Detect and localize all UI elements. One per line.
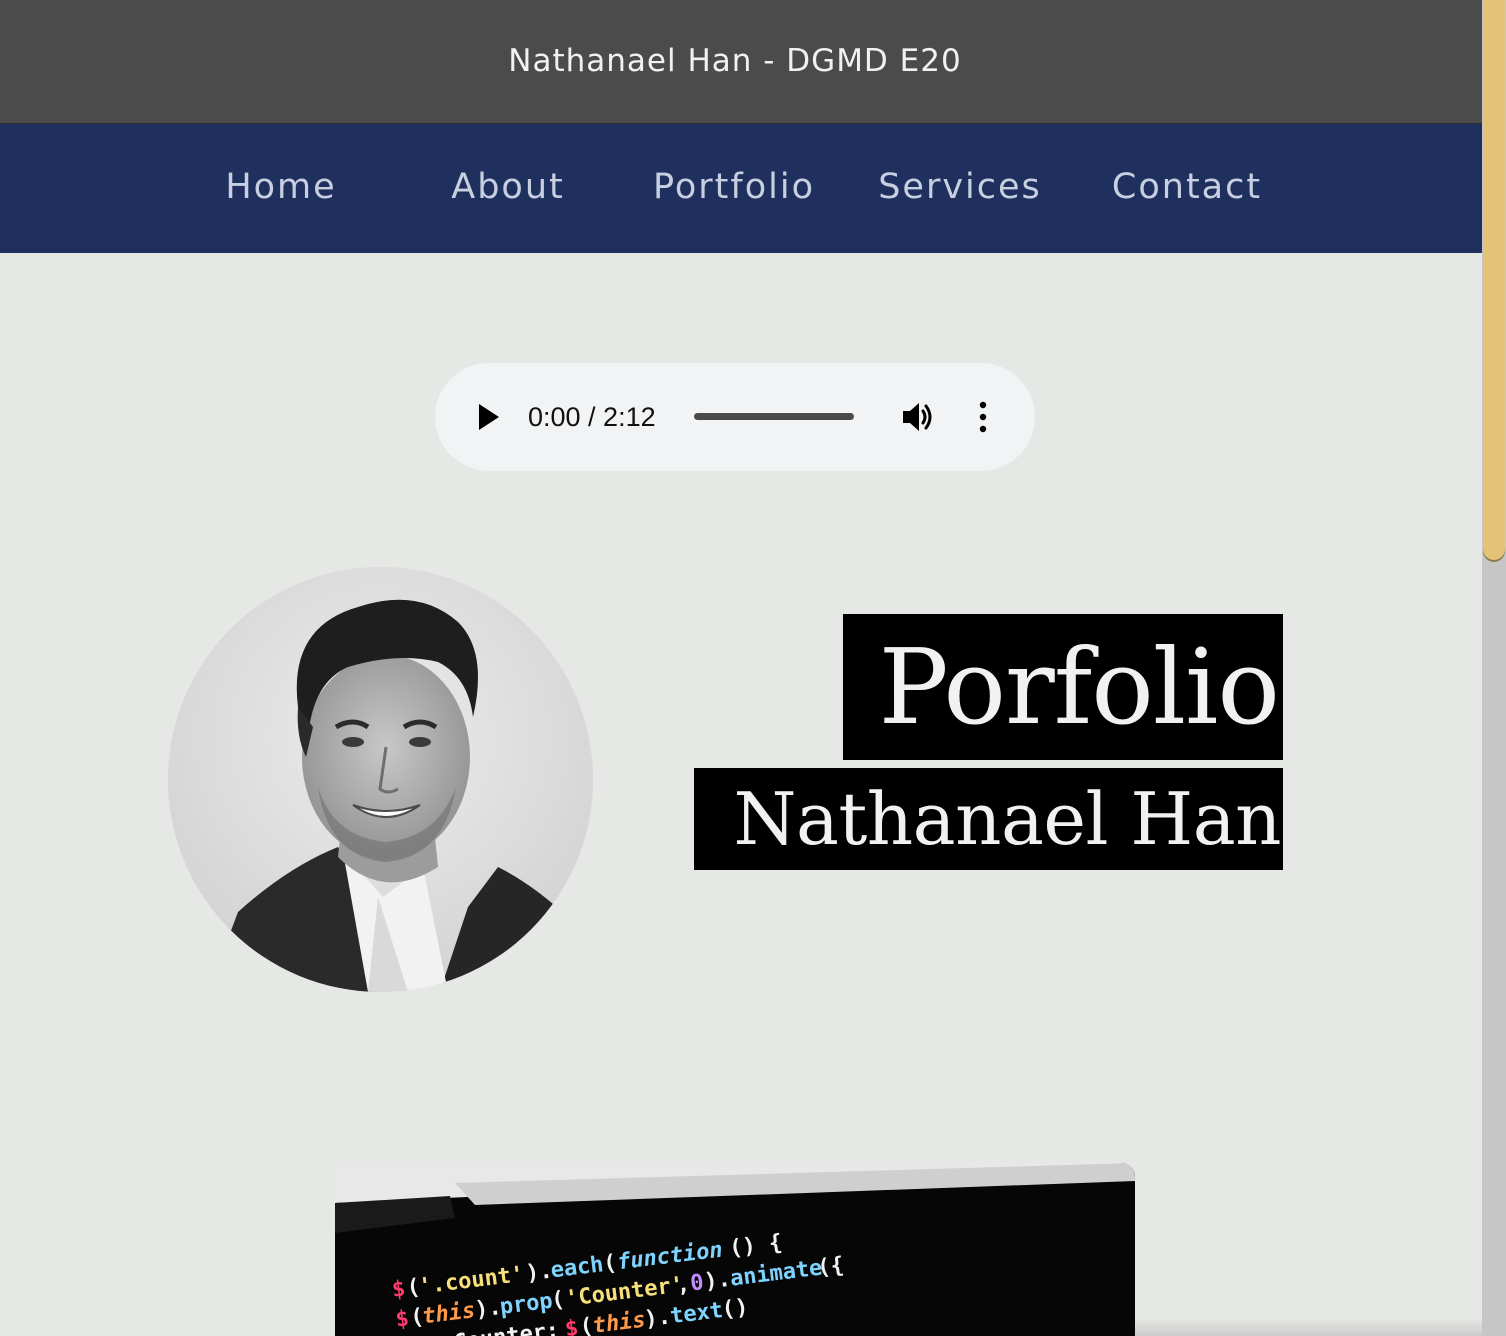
audio-progress-slider[interactable]	[694, 413, 854, 420]
main-nav: Home About Portfolio Services Contact	[0, 124, 1482, 253]
hero-name-text: Nathanael Han	[733, 777, 1281, 861]
nav-item-contact[interactable]: Contact	[1087, 124, 1287, 253]
site-header: Nathanael Han - DGMD E20	[0, 0, 1482, 123]
nav-item-services[interactable]: Services	[860, 124, 1060, 253]
bottom-shadow	[1135, 1318, 1482, 1336]
more-options-icon[interactable]	[973, 400, 993, 434]
nav-item-about[interactable]: About	[408, 124, 608, 253]
site-title: Nathanael Han - DGMD E20	[508, 42, 962, 79]
profile-photo	[168, 567, 593, 992]
svg-text:(): ()	[720, 1295, 749, 1323]
hero-title: Porfolio	[843, 614, 1283, 760]
code-screenshot-image: $ ( '.count' ). each ( function () { $ (…	[335, 1163, 1135, 1336]
nav-item-portfolio[interactable]: Portfolio	[634, 124, 834, 253]
nav-item-home[interactable]: Home	[181, 124, 381, 253]
play-icon[interactable]	[479, 404, 499, 430]
svg-text:).: ).	[703, 1267, 732, 1295]
volume-icon[interactable]	[901, 400, 937, 434]
svg-text:).: ).	[643, 1304, 672, 1332]
hero-name: Nathanael Han	[694, 768, 1283, 870]
page: Nathanael Han - DGMD E20 Home About Port…	[0, 0, 1506, 1336]
hero-title-text: Porfolio	[878, 626, 1280, 748]
svg-text:({: ({	[816, 1253, 845, 1281]
audio-time-display: 0:00 / 2:12	[528, 402, 656, 432]
scrollbar-thumb[interactable]	[1483, 0, 1505, 560]
